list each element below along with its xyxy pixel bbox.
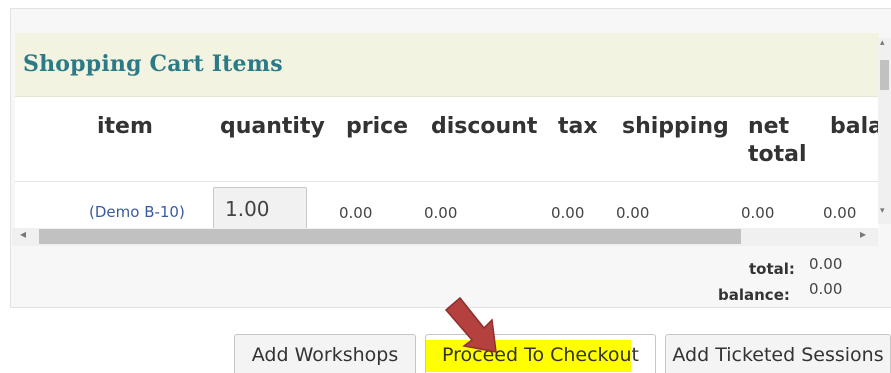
vertical-scroll-thumb[interactable] xyxy=(880,60,889,90)
cart-header: Shopping Cart Items xyxy=(15,33,879,97)
net-total-cell: 0.00 xyxy=(741,204,775,222)
balance-label: balance: xyxy=(718,286,790,304)
column-header-balance: bala xyxy=(830,114,879,139)
total-label: total: xyxy=(749,260,795,278)
scroll-left-icon[interactable]: ◂ xyxy=(20,227,26,241)
scroll-right-icon[interactable]: ▸ xyxy=(860,227,866,241)
scroll-down-icon[interactable]: ▾ xyxy=(880,206,885,216)
cart-panel: Shopping Cart Items item quantity price … xyxy=(10,8,891,308)
add-workshops-button[interactable]: Add Workshops xyxy=(234,334,416,373)
horizontal-scroll-thumb[interactable] xyxy=(39,229,741,244)
vertical-scrollbar[interactable]: ▴ ▾ xyxy=(878,38,891,224)
column-header-discount: discount xyxy=(431,114,538,139)
scroll-up-icon[interactable]: ▴ xyxy=(880,38,885,48)
balance-cell: 0.00 xyxy=(823,204,857,222)
item-link[interactable]: (Demo B-10) xyxy=(89,203,185,221)
discount-cell: 0.00 xyxy=(424,204,458,222)
total-value: 0.00 xyxy=(809,255,843,273)
quantity-input[interactable]: 1.00 xyxy=(213,187,307,229)
column-header-price: price xyxy=(346,114,409,139)
column-header-quantity: quantity xyxy=(220,114,325,139)
column-header-tax: tax xyxy=(558,114,598,139)
annotation-arrow-icon xyxy=(444,296,497,353)
horizontal-scrollbar[interactable]: ◂ ▸ xyxy=(12,227,878,246)
column-header-item: item xyxy=(97,114,153,139)
row-divider xyxy=(15,181,879,182)
column-header-shipping: shipping xyxy=(622,114,729,139)
table-row: (Demo B-10) xyxy=(89,203,185,221)
cart-title: Shopping Cart Items xyxy=(23,51,283,77)
balance-value: 0.00 xyxy=(809,280,843,298)
tax-cell: 0.00 xyxy=(551,204,585,222)
shipping-cell: 0.00 xyxy=(616,204,650,222)
add-ticketed-sessions-button[interactable]: Add Ticketed Sessions xyxy=(665,334,891,373)
column-header-net-total: net total xyxy=(748,114,807,167)
cart-table: item quantity price discount tax shippin… xyxy=(15,97,879,229)
price-cell: 0.00 xyxy=(339,204,373,222)
